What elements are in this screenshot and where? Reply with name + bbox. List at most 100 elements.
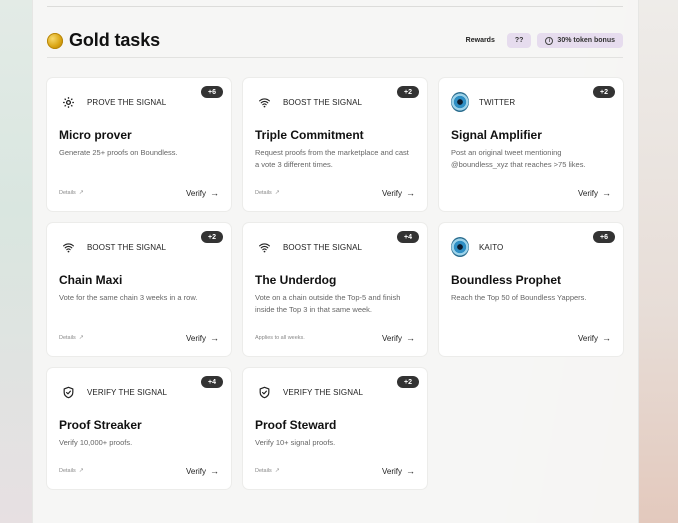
details-link[interactable]: Details ↗ bbox=[59, 334, 84, 342]
details-label: Details bbox=[255, 467, 272, 474]
details-link[interactable]: Details ↗ bbox=[59, 189, 84, 197]
verify-button[interactable]: Verify → bbox=[382, 333, 415, 343]
task-category: VERIFY THE SIGNAL bbox=[255, 383, 363, 401]
task-category: PROVE THE SIGNAL bbox=[59, 93, 166, 111]
task-card: BOOST THE SIGNAL +2 Triple Commitment Re… bbox=[243, 78, 427, 211]
verify-button[interactable]: Verify → bbox=[186, 188, 219, 198]
task-title: Chain Maxi bbox=[59, 273, 123, 287]
info-icon: i bbox=[545, 36, 554, 45]
arrow-right-icon: → bbox=[406, 466, 415, 476]
task-card: KAITO +6 Boundless Prophet Reach the Top… bbox=[439, 223, 623, 356]
points-badge: +4 bbox=[397, 231, 419, 243]
task-category: BOOST THE SIGNAL bbox=[255, 93, 362, 111]
gold-coin-icon bbox=[47, 32, 63, 49]
task-category: BOOST THE SIGNAL bbox=[59, 238, 166, 256]
task-card: BOOST THE SIGNAL +4 The Underdog Vote on… bbox=[243, 223, 427, 356]
category-label: BOOST THE SIGNAL bbox=[87, 242, 167, 252]
task-description: Post an original tweet mentioning @bound… bbox=[451, 148, 586, 169]
task-category: TWITTER bbox=[451, 92, 516, 112]
task-category: KAITO bbox=[451, 237, 504, 257]
points-badge: +2 bbox=[593, 86, 615, 98]
external-link-icon: ↗ bbox=[78, 335, 84, 341]
task-card: PROVE THE SIGNAL +6 Micro prover Generat… bbox=[47, 78, 231, 211]
details-link[interactable]: Details ↗ bbox=[255, 467, 280, 475]
avatar-icon bbox=[451, 237, 469, 257]
details-link[interactable]: Details ↗ bbox=[59, 467, 84, 475]
task-description: Vote on a chain outside the Top-5 and fi… bbox=[255, 293, 401, 314]
rewards-value: ?? bbox=[514, 37, 524, 44]
external-link-icon: ↗ bbox=[78, 468, 84, 474]
details-label: Details bbox=[59, 467, 76, 474]
section-title: Gold tasks bbox=[69, 30, 161, 50]
background-left bbox=[0, 0, 32, 523]
arrow-right-icon: → bbox=[602, 333, 611, 343]
task-title: Triple Commitment bbox=[255, 128, 364, 142]
verify-button[interactable]: Verify → bbox=[578, 188, 611, 198]
arrow-right-icon: → bbox=[210, 466, 219, 476]
rewards-label: Rewards bbox=[465, 37, 495, 44]
verify-label: Verify bbox=[577, 333, 598, 343]
points-badge: +2 bbox=[201, 231, 223, 243]
external-link-icon: ↗ bbox=[274, 468, 280, 474]
arrow-right-icon: → bbox=[602, 188, 611, 198]
task-description: Vote for the same chain 3 weeks in a row… bbox=[59, 293, 198, 302]
category-label: KAITO bbox=[479, 242, 504, 252]
arrow-right-icon: → bbox=[406, 333, 415, 343]
details-label: Details bbox=[59, 334, 76, 341]
task-title: Proof Steward bbox=[255, 418, 337, 432]
category-label: VERIFY THE SIGNAL bbox=[283, 387, 364, 397]
task-note: Applies to all weeks. bbox=[255, 335, 305, 341]
points-badge: +2 bbox=[397, 376, 419, 388]
verify-label: Verify bbox=[185, 188, 206, 198]
verify-button[interactable]: Verify → bbox=[186, 466, 219, 476]
details-label: Details bbox=[255, 189, 272, 196]
task-card: VERIFY THE SIGNAL +2 Proof Steward Verif… bbox=[243, 368, 427, 489]
arrow-right-icon: → bbox=[210, 188, 219, 198]
token-bonus-label: 30% token bonus bbox=[557, 37, 615, 44]
signal-icon bbox=[255, 93, 273, 111]
verify-button[interactable]: Verify → bbox=[382, 188, 415, 198]
points-badge: +2 bbox=[397, 86, 419, 98]
top-divider bbox=[47, 6, 623, 7]
task-title: The Underdog bbox=[255, 273, 337, 287]
points-badge: +6 bbox=[593, 231, 615, 243]
verify-button[interactable]: Verify → bbox=[186, 333, 219, 343]
avatar bbox=[451, 237, 469, 257]
verify-label: Verify bbox=[185, 466, 206, 476]
points-badge: +4 bbox=[201, 376, 223, 388]
category-label: TWITTER bbox=[479, 97, 516, 107]
external-link-icon: ↗ bbox=[78, 190, 84, 196]
task-category: BOOST THE SIGNAL bbox=[255, 238, 362, 256]
avatar bbox=[451, 92, 469, 112]
category-label: BOOST THE SIGNAL bbox=[283, 242, 363, 252]
verify-label: Verify bbox=[381, 466, 402, 476]
verify-label: Verify bbox=[185, 333, 206, 343]
task-title: Signal Amplifier bbox=[451, 128, 542, 142]
verify-button[interactable]: Verify → bbox=[382, 466, 415, 476]
task-description: Verify 10+ signal proofs. bbox=[255, 438, 336, 447]
task-description: Generate 25+ proofs on Boundless. bbox=[59, 148, 178, 157]
shield-check-icon bbox=[255, 383, 273, 401]
note-label: Applies to all weeks. bbox=[255, 335, 305, 341]
gear-icon bbox=[59, 93, 77, 111]
details-link[interactable]: Details ↗ bbox=[255, 189, 280, 197]
verify-label: Verify bbox=[381, 188, 402, 198]
task-card: TWITTER +2 Signal Amplifier Post an orig… bbox=[439, 78, 623, 211]
task-card: VERIFY THE SIGNAL +4 Proof Streaker Veri… bbox=[47, 368, 231, 489]
background-right bbox=[638, 0, 678, 523]
category-label: VERIFY THE SIGNAL bbox=[87, 387, 168, 397]
points-badge: +6 bbox=[201, 86, 223, 98]
category-label: PROVE THE SIGNAL bbox=[87, 97, 167, 107]
arrow-right-icon: → bbox=[406, 188, 415, 198]
task-description: Request proofs from the marketplace and … bbox=[255, 148, 409, 169]
task-category: VERIFY THE SIGNAL bbox=[59, 383, 167, 401]
details-label: Details bbox=[59, 189, 76, 196]
shield-check-icon bbox=[59, 383, 77, 401]
verify-button[interactable]: Verify → bbox=[578, 333, 611, 343]
category-label: BOOST THE SIGNAL bbox=[283, 97, 363, 107]
rewards-value-pill: ?? bbox=[506, 33, 532, 48]
task-title: Proof Streaker bbox=[59, 418, 142, 432]
token-bonus-pill[interactable]: i 30% token bonus bbox=[537, 33, 623, 48]
task-title: Micro prover bbox=[59, 128, 132, 142]
verify-label: Verify bbox=[577, 188, 598, 198]
